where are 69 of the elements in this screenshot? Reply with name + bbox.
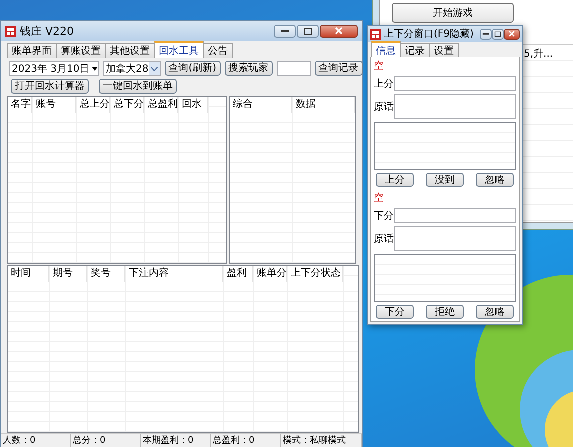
query-records-button[interactable]: 查询记录 [314,61,363,76]
action-button[interactable]: 忽略 [476,305,514,319]
column-header[interactable]: 总下分 [111,97,144,113]
column-header[interactable]: 盈利 [224,266,253,282]
app-logo-icon [5,26,16,36]
close-button[interactable] [504,28,520,40]
column-header[interactable]: 名字 [8,97,32,113]
column-header[interactable]: 上下分状态 [288,266,343,282]
column-header[interactable]: 数据 [293,97,355,113]
minimize-button[interactable] [480,28,492,40]
tab[interactable]: 账单界面 [7,43,57,58]
action-button[interactable]: 忽略 [476,173,514,187]
field-label: 上分 [374,78,391,90]
status-text: 总盈利：0 [211,434,281,447]
rebate-to-bill-button[interactable]: 一键回水到账单 [99,79,177,94]
status-text: 本期盈利：0 [141,434,211,447]
minimize-button[interactable] [274,24,296,38]
tab[interactable]: 公告 [203,43,233,58]
window-title: 钱庄 V220 [20,24,74,38]
column-header[interactable]: 回水 [179,97,208,113]
tab[interactable]: 算账设置 [56,43,106,58]
caret-icon [92,66,98,70]
search-player-button[interactable]: 搜索玩家 [224,61,273,76]
rebate-calculator-button[interactable]: 打开回水计算器 [11,79,89,94]
refresh-button[interactable]: 查询(刷新) [164,61,221,76]
action-button[interactable]: 下分 [376,305,414,319]
status-text: 模式：私聊模式 [281,434,362,447]
tab[interactable]: 设置 [429,43,459,58]
app-logo-icon [370,28,381,40]
maximize-button[interactable] [492,28,504,40]
action-button[interactable]: 拒绝 [426,305,464,319]
tab[interactable]: 其他设置 [105,43,155,58]
close-icon [335,27,343,35]
message-field[interactable] [394,226,516,251]
action-button[interactable]: 没到 [426,173,464,187]
column-header[interactable]: 账号 [33,97,76,113]
column-header[interactable]: 时间 [8,266,49,282]
tab[interactable]: 信息 [371,41,401,58]
tab[interactable]: 记录 [400,43,430,58]
close-button[interactable] [320,24,358,38]
maximize-icon [494,31,502,37]
column-header[interactable]: 期号 [50,266,87,282]
close-icon [508,30,516,38]
amount-field[interactable] [394,76,516,91]
amount-field[interactable] [394,208,516,223]
start-game-button[interactable]: 开始游戏 [392,3,514,23]
column-header[interactable]: 下注内容 [126,266,223,282]
status-text: 人数：0 [1,434,71,447]
column-header[interactable]: 奖号 [88,266,125,282]
status-text: 空 [374,192,384,205]
game-dropdown[interactable]: 加拿大28 [103,61,161,76]
column-header[interactable]: 总盈利 [145,97,178,113]
minimize-icon [482,32,490,36]
column-header[interactable]: 总上分 [77,97,110,113]
action-button[interactable]: 上分 [376,173,414,187]
minimize-icon [281,30,289,32]
maximize-icon [304,28,312,34]
message-field[interactable] [394,94,516,119]
status-text: 空 [374,60,384,73]
date-picker[interactable]: 2023年 3月10日 [9,61,99,76]
field-label: 下分 [374,210,391,222]
player-search-field[interactable] [276,61,311,76]
tab[interactable]: 回水工具 [154,41,204,58]
column-header[interactable]: 综合 [230,97,292,113]
column-header[interactable]: 账单分 [254,266,287,282]
maximize-button[interactable] [297,24,319,38]
table-cell: 5,升... [524,49,554,60]
window-title: 上下分窗口(F9隐藏) [384,28,474,41]
status-text: 总分：0 [71,434,141,447]
